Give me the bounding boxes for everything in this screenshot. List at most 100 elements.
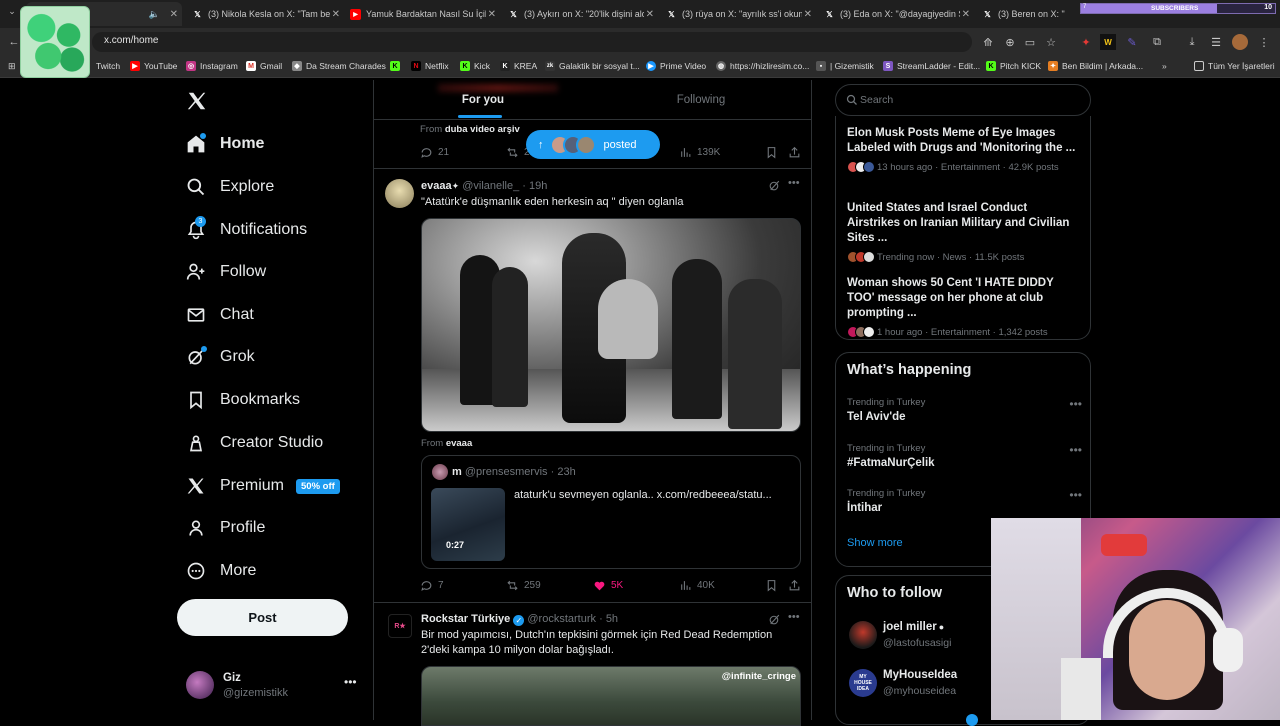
bookmark-youtube[interactable]: ▶ YouTube (130, 61, 177, 71)
tab-for-you[interactable]: For you (374, 80, 592, 120)
trend-item[interactable]: Trending in Turkey #FatmaNurÇelik ••• (847, 443, 1082, 469)
omnibox[interactable] (92, 32, 972, 52)
from-name[interactable]: duba video arşiv (445, 124, 520, 135)
bookmark-star-icon[interactable]: ☆ (1043, 34, 1059, 50)
tweet-more-icon[interactable]: ••• (788, 611, 800, 623)
nav-profile[interactable]: Profile (186, 518, 265, 538)
nav-chat[interactable]: Chat (186, 305, 254, 325)
bookmark-button[interactable] (765, 579, 783, 592)
avatar[interactable] (385, 179, 414, 208)
tab-following[interactable]: Following (592, 80, 810, 120)
zoom-icon[interactable]: ⊕ (1002, 34, 1018, 50)
nav-premium[interactable]: Premium 50% off (186, 476, 340, 496)
search-input[interactable]: Search (835, 84, 1091, 116)
extensions-puzzle-icon[interactable]: ⧉ (1149, 34, 1165, 50)
tweet-time[interactable]: 19h (529, 180, 547, 192)
extension-red-icon[interactable]: ✦ (1078, 34, 1094, 50)
trend-item[interactable]: Trending in Turkey İntihar ••• (847, 488, 1082, 514)
share-button[interactable] (788, 579, 806, 592)
quote-thumbnail[interactable]: 0:27 (431, 488, 505, 561)
bookmark-gizemistik[interactable]: ▪ | Gizemistik (816, 61, 874, 71)
bookmark-folder-all[interactable]: Tüm Yer İşaretleri (1194, 61, 1275, 71)
news-item[interactable]: Elon Musk Posts Meme of Eye Images Label… (847, 126, 1082, 173)
close-tab-icon[interactable]: ✕ (646, 9, 654, 20)
bookmark-charades[interactable]: ◆ Da Stream Charades (292, 61, 386, 71)
nav-bookmarks[interactable]: Bookmarks (186, 390, 300, 410)
close-tab-icon[interactable]: ✕ (488, 9, 496, 20)
tab[interactable]: 𝕏 (3) Aykırı on X: "20'lik dişini ald ✕ (502, 2, 658, 26)
tab[interactable]: 𝕏 (3) Nikola Kesla on X: "Tam ben ✕ (184, 2, 344, 26)
apps-grid-icon[interactable]: ⊞ (8, 61, 19, 72)
bookmark-button[interactable] (765, 146, 783, 159)
grok-analyze-icon[interactable] (768, 613, 782, 627)
tweet-more-icon[interactable]: ••• (788, 177, 800, 189)
rockstar-logo-avatar[interactable]: R★ (388, 614, 412, 638)
nav-home[interactable]: Home (186, 133, 264, 154)
tab[interactable]: 𝕏 (3) Eda on X: "@dayagiyedin Se ✕ (818, 2, 974, 26)
close-tab-icon[interactable]: ✕ (804, 9, 812, 20)
trend-more-icon[interactable]: ••• (1069, 443, 1082, 457)
trend-more-icon[interactable]: ••• (1069, 488, 1082, 502)
post-button[interactable]: Post (177, 599, 348, 636)
reply-button[interactable]: 7 (420, 579, 444, 592)
tweet-time[interactable]: 5h (606, 613, 618, 625)
translate-icon[interactable]: ⟰ (980, 34, 996, 50)
new-posts-pill[interactable]: ↑ posted (526, 130, 660, 159)
tab[interactable]: 𝕏 (3) Beren on X: " (976, 2, 1086, 26)
account-switcher[interactable]: Giz @gizemistikk ••• (186, 671, 358, 703)
url-text[interactable]: x.com/home (104, 35, 158, 46)
bookmark-krea[interactable]: K KREA (500, 61, 537, 71)
from-name[interactable]: evaaa (446, 438, 472, 449)
tweet-media[interactable]: @infinite_cringe (421, 666, 801, 726)
close-tab-icon[interactable]: ✕ (332, 9, 340, 20)
account-more-icon[interactable]: ••• (344, 675, 357, 689)
bookmark-streamladder[interactable]: S StreamLadder - Edit... (883, 61, 980, 71)
bookmark-pitch-kick[interactable]: K Pitch KICK (986, 61, 1041, 71)
repost-button[interactable]: 259 (506, 579, 541, 592)
like-button[interactable]: 5K (593, 579, 623, 592)
tab[interactable]: ▶ Yamuk Bardaktan Nasıl Su İçilir ✕ (344, 2, 500, 26)
nav-notifications[interactable]: 3 Notifications (186, 216, 307, 240)
share-button[interactable] (788, 146, 806, 159)
show-more-link[interactable]: Show more (847, 537, 903, 549)
nav-grok[interactable]: Grok (186, 346, 255, 367)
bookmarks-overflow-icon[interactable]: » (1162, 61, 1167, 71)
trend-more-icon[interactable]: ••• (1069, 397, 1082, 411)
follow-suggestion[interactable]: MY HOUSE IDEA MyHouseIdea @myhouseidea (847, 668, 997, 702)
bookmark-ben-bildim[interactable]: ✦ Ben Bildim | Arkada... (1048, 61, 1143, 71)
nav-follow[interactable]: Follow (186, 262, 266, 282)
bookmark-instagram[interactable]: ◎ Instagram (186, 61, 238, 71)
download-icon[interactable]: ⤓ (1184, 34, 1200, 50)
reply-button[interactable]: 21 (420, 146, 449, 159)
views-button[interactable]: 139K (679, 146, 720, 159)
bookmark-kick-1[interactable]: K (390, 61, 404, 71)
menu-dots-icon[interactable]: ⋮ (1256, 34, 1272, 50)
news-item[interactable]: United States and Israel Conduct Airstri… (847, 201, 1082, 263)
news-item[interactable]: Woman shows 50 Cent 'I HATE DIDDY TOO' m… (847, 276, 1082, 338)
extension-w-icon[interactable]: W (1100, 34, 1116, 50)
speaker-icon[interactable]: 🔈 (149, 9, 160, 20)
nav-more[interactable]: More (186, 561, 256, 581)
author-handle[interactable]: @vilanelle_ (462, 180, 519, 192)
bookmark-kick[interactable]: K Kick (460, 61, 490, 71)
profile-avatar-icon[interactable] (1232, 34, 1248, 50)
close-tab-icon[interactable]: ✕ (962, 9, 970, 20)
tab-list-icon[interactable]: ☰ (1208, 34, 1224, 50)
author-handle[interactable]: @rockstarturk (527, 613, 596, 625)
trend-item[interactable]: Trending in Turkey Tel Aviv'de ••• (847, 397, 1082, 423)
x-logo-icon[interactable] (186, 90, 208, 112)
views-button[interactable]: 40K (679, 579, 715, 592)
grok-analyze-icon[interactable] (768, 179, 782, 193)
nav-explore[interactable]: Explore (186, 177, 274, 197)
bookmark-gmail[interactable]: M Gmail (246, 61, 282, 71)
author-name[interactable]: Rockstar Türkiye (421, 613, 510, 625)
bookmark-prime[interactable]: ▶ Prime Video (646, 61, 706, 71)
extension-purple-icon[interactable]: ✎ (1124, 34, 1140, 50)
quoted-tweet[interactable]: m @prensesmervis · 23h 0:27 ataturk'u se… (421, 455, 801, 569)
follow-suggestion[interactable]: joel miller ● @lastofusasigi (847, 620, 997, 654)
tab[interactable]: 𝕏 (3) rüya on X: "ayrılık ss'i okum ✕ (660, 2, 816, 26)
tab-search-chevron-icon[interactable]: ⌄ (4, 6, 20, 22)
bookmark-twitch[interactable]: Twitch (96, 61, 120, 71)
bookmark-galaktik[interactable]: zk Galaktik bir sosyal t... (545, 61, 640, 71)
nav-creator-studio[interactable]: Creator Studio (186, 433, 323, 453)
